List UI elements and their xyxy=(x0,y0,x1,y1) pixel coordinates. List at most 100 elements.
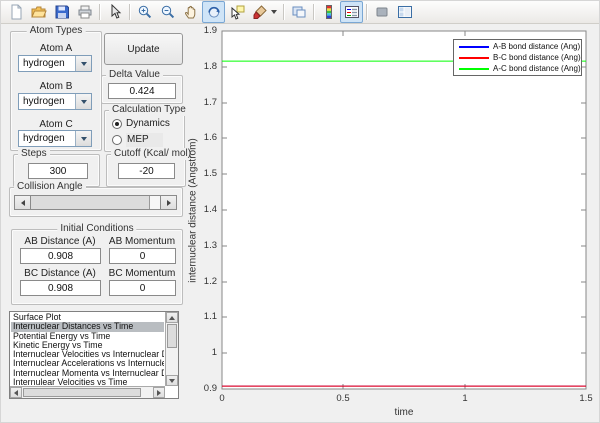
atom-types-panel: Atom Types Atom A hydrogen Atom B hydrog… xyxy=(10,31,102,151)
show-plot-tools-icon xyxy=(397,4,413,20)
radio-mep[interactable]: MEP xyxy=(112,133,163,147)
print-button[interactable] xyxy=(73,1,96,23)
legend-swatch-0 xyxy=(459,46,489,48)
list-item-selected[interactable]: Internuclear Distances vs Time xyxy=(11,322,164,331)
slider-right-arrow[interactable] xyxy=(160,196,176,209)
scroll-down-button[interactable] xyxy=(166,375,178,386)
arrow-right-icon xyxy=(167,200,171,206)
bc-distance-field[interactable] xyxy=(20,280,101,296)
list-item[interactable]: Kinetic Energy vs Time xyxy=(11,341,164,350)
chevron-down-icon xyxy=(81,62,87,66)
insert-colorbar-button[interactable] xyxy=(317,1,340,23)
bc-momentum-field[interactable] xyxy=(109,280,176,296)
arrow-up-icon xyxy=(169,316,175,320)
atom-c-dropdown-button[interactable] xyxy=(75,131,91,146)
link-plot-icon xyxy=(291,4,307,20)
horizontal-scrollbar[interactable] xyxy=(10,386,165,398)
initial-conditions-title: Initial Conditions xyxy=(57,223,136,235)
ab-distance-field[interactable] xyxy=(20,248,101,264)
new-document-icon xyxy=(8,4,24,20)
list-item[interactable]: Internuclear Accelerations vs Internucle… xyxy=(11,359,164,368)
legend-entry: A-B bond distance (Ang) xyxy=(454,42,581,52)
hide-plot-tools-button[interactable] xyxy=(370,1,393,23)
plot-type-listbox[interactable]: Surface Plot Internuclear Distances vs T… xyxy=(9,311,179,399)
chevron-down-icon xyxy=(81,137,87,141)
legend-label: A-C bond distance (Ang) xyxy=(493,64,581,73)
axes-box xyxy=(222,31,586,389)
update-button[interactable]: Update xyxy=(104,33,183,65)
scroll-left-button[interactable] xyxy=(10,387,22,398)
print-icon xyxy=(77,4,93,20)
save-button[interactable] xyxy=(50,1,73,23)
slider-left-arrow[interactable] xyxy=(15,196,31,209)
steps-field[interactable] xyxy=(28,163,88,179)
brush-button[interactable] xyxy=(248,1,271,23)
pan-button[interactable] xyxy=(179,1,202,23)
brush-dropdown-icon[interactable] xyxy=(271,10,277,14)
new-document-button[interactable] xyxy=(4,1,27,23)
scroll-right-button[interactable] xyxy=(153,387,165,398)
open-folder-button[interactable] xyxy=(27,1,50,23)
collision-angle-panel: Collision Angle xyxy=(9,187,183,217)
ab-momentum-field[interactable] xyxy=(109,248,176,264)
show-plot-tools-button[interactable] xyxy=(393,1,416,23)
insert-legend-icon xyxy=(344,4,360,20)
collision-angle-slider[interactable] xyxy=(14,195,177,210)
list-item[interactable]: Internuclear Velocities vs Internuclear … xyxy=(11,350,164,359)
data-cursor-button[interactable] xyxy=(225,1,248,23)
atom-a-dropdown[interactable]: hydrogen xyxy=(18,55,92,72)
ab-momentum-label: AB Momentum xyxy=(107,236,177,248)
figure-toolbar xyxy=(1,1,599,24)
list-item[interactable]: Internuclear Momenta vs Internuclear Dis… xyxy=(11,369,164,378)
toolbar-separator xyxy=(313,4,314,20)
atom-b-dropdown-button[interactable] xyxy=(75,94,91,109)
legend-label: A-B bond distance (Ang) xyxy=(493,42,580,51)
initial-conditions-panel: Initial Conditions AB Distance (A) AB Mo… xyxy=(11,229,183,305)
vertical-scroll-thumb[interactable] xyxy=(167,324,177,348)
link-plot-button[interactable] xyxy=(287,1,310,23)
data-cursor-icon xyxy=(229,4,245,20)
delta-value-field[interactable] xyxy=(108,83,176,99)
atom-b-dropdown[interactable]: hydrogen xyxy=(18,93,92,110)
radio-dynamics[interactable]: Dynamics xyxy=(112,118,170,130)
list-item[interactable]: Surface Plot xyxy=(11,313,164,322)
zoom-out-button[interactable] xyxy=(156,1,179,23)
atom-a-label: Atom A xyxy=(11,43,101,55)
brush-icon xyxy=(252,4,268,20)
plot-type-list-items: Surface Plot Internuclear Distances vs T… xyxy=(11,313,164,385)
vertical-scrollbar[interactable] xyxy=(165,312,178,386)
atom-b-value: hydrogen xyxy=(23,96,65,107)
insert-colorbar-icon xyxy=(321,4,337,20)
slider-thumb[interactable] xyxy=(31,196,150,209)
atom-types-title: Atom Types xyxy=(27,25,86,37)
legend-entry: A-C bond distance (Ang) xyxy=(454,64,581,74)
horizontal-scroll-thumb[interactable] xyxy=(23,388,141,397)
edit-plot-button[interactable] xyxy=(103,1,126,23)
scroll-up-button[interactable] xyxy=(166,312,178,323)
list-item[interactable]: Internulear Velocities vs Time xyxy=(11,378,164,385)
radio-mep-label: MEP xyxy=(126,133,163,147)
x-tick-label: 1.5 xyxy=(571,393,600,404)
y-tick-label: 1.8 xyxy=(186,61,217,72)
atom-a-dropdown-button[interactable] xyxy=(75,56,91,71)
rotate-3d-button[interactable] xyxy=(202,1,225,23)
pan-hand-icon xyxy=(183,4,199,20)
arrow-right-icon xyxy=(157,390,161,396)
cutoff-field[interactable] xyxy=(118,163,175,179)
y-tick-label: 1.9 xyxy=(186,25,217,36)
list-item[interactable]: Potential Energy vs Time xyxy=(11,332,164,341)
atom-c-dropdown[interactable]: hydrogen xyxy=(18,130,92,147)
x-tick-label: 1 xyxy=(450,393,480,404)
toolbar-separator xyxy=(99,4,100,20)
toolbar-separator xyxy=(283,4,284,20)
arrow-left-icon xyxy=(21,200,25,206)
axes-canvas[interactable] xyxy=(186,25,600,423)
edit-plot-arrow-icon xyxy=(107,4,123,20)
zoom-in-button[interactable] xyxy=(133,1,156,23)
plot-area: 0.9 1 1.1 1.2 1.3 1.4 1.5 1.6 1.7 1.8 1.… xyxy=(186,25,600,423)
insert-legend-button[interactable] xyxy=(340,1,363,23)
hide-plot-tools-icon xyxy=(374,4,390,20)
bc-distance-label: BC Distance (A) xyxy=(20,268,100,280)
plot-legend[interactable]: A-B bond distance (Ang) B-C bond distanc… xyxy=(453,39,582,76)
save-icon xyxy=(54,4,70,20)
